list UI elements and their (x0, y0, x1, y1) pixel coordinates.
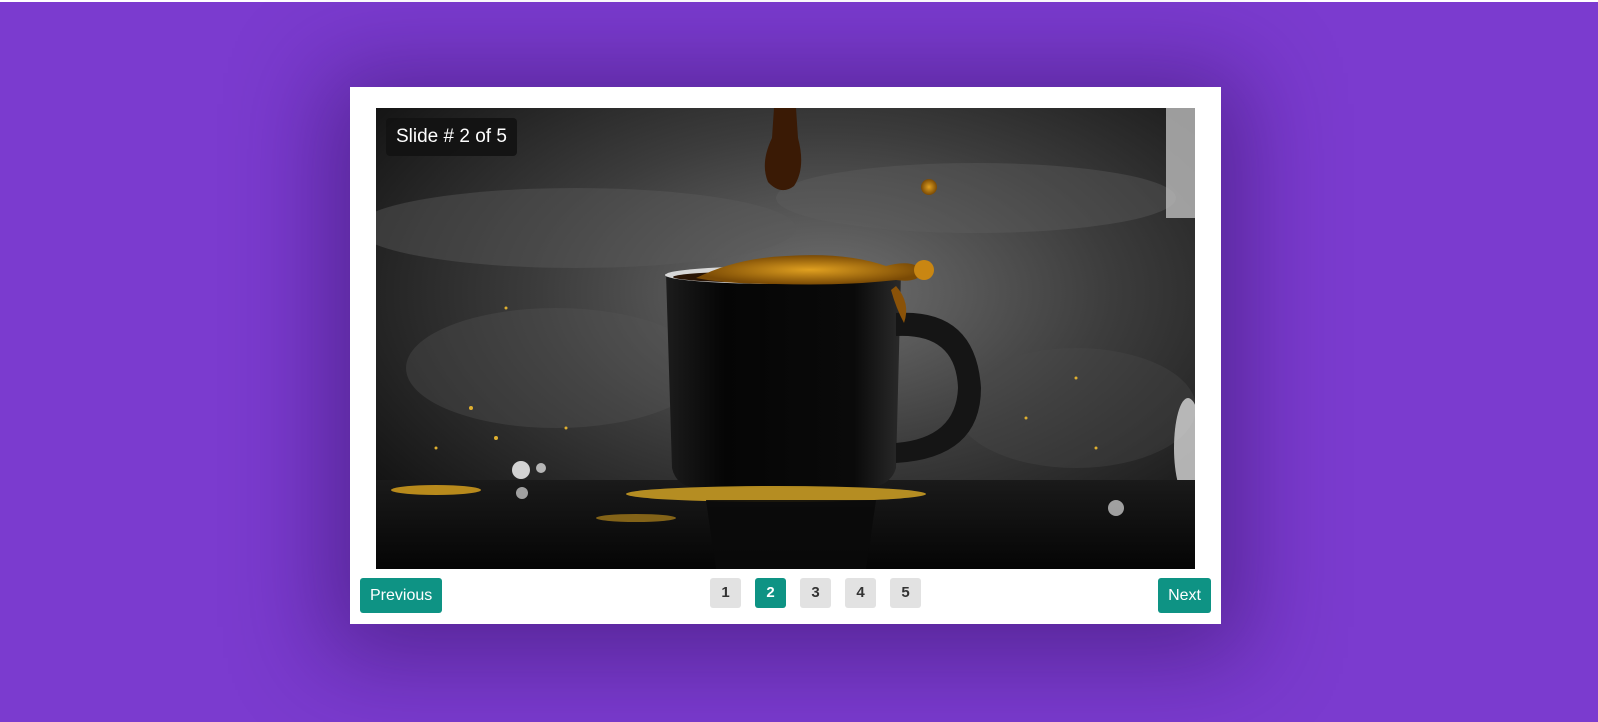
page-button-5[interactable]: 5 (890, 578, 921, 608)
page-button-4[interactable]: 4 (845, 578, 876, 608)
coffee-cup-photo (376, 108, 1195, 569)
top-strip (0, 0, 1598, 2)
previous-button[interactable]: Previous (360, 578, 443, 613)
slide-image: Slide # 2 of 5 (376, 108, 1195, 569)
next-button[interactable]: Next (1158, 578, 1211, 613)
slide-counter: Slide # 2 of 5 (386, 118, 517, 156)
page-button-1[interactable]: 1 (710, 578, 741, 608)
page-button-2-active[interactable]: 2 (755, 578, 786, 608)
page-button-3[interactable]: 3 (800, 578, 831, 608)
slider-card: Slide # 2 of 5 Previous 1 2 3 4 5 Next (350, 87, 1221, 624)
pagination: 1 2 3 4 5 (710, 578, 921, 608)
